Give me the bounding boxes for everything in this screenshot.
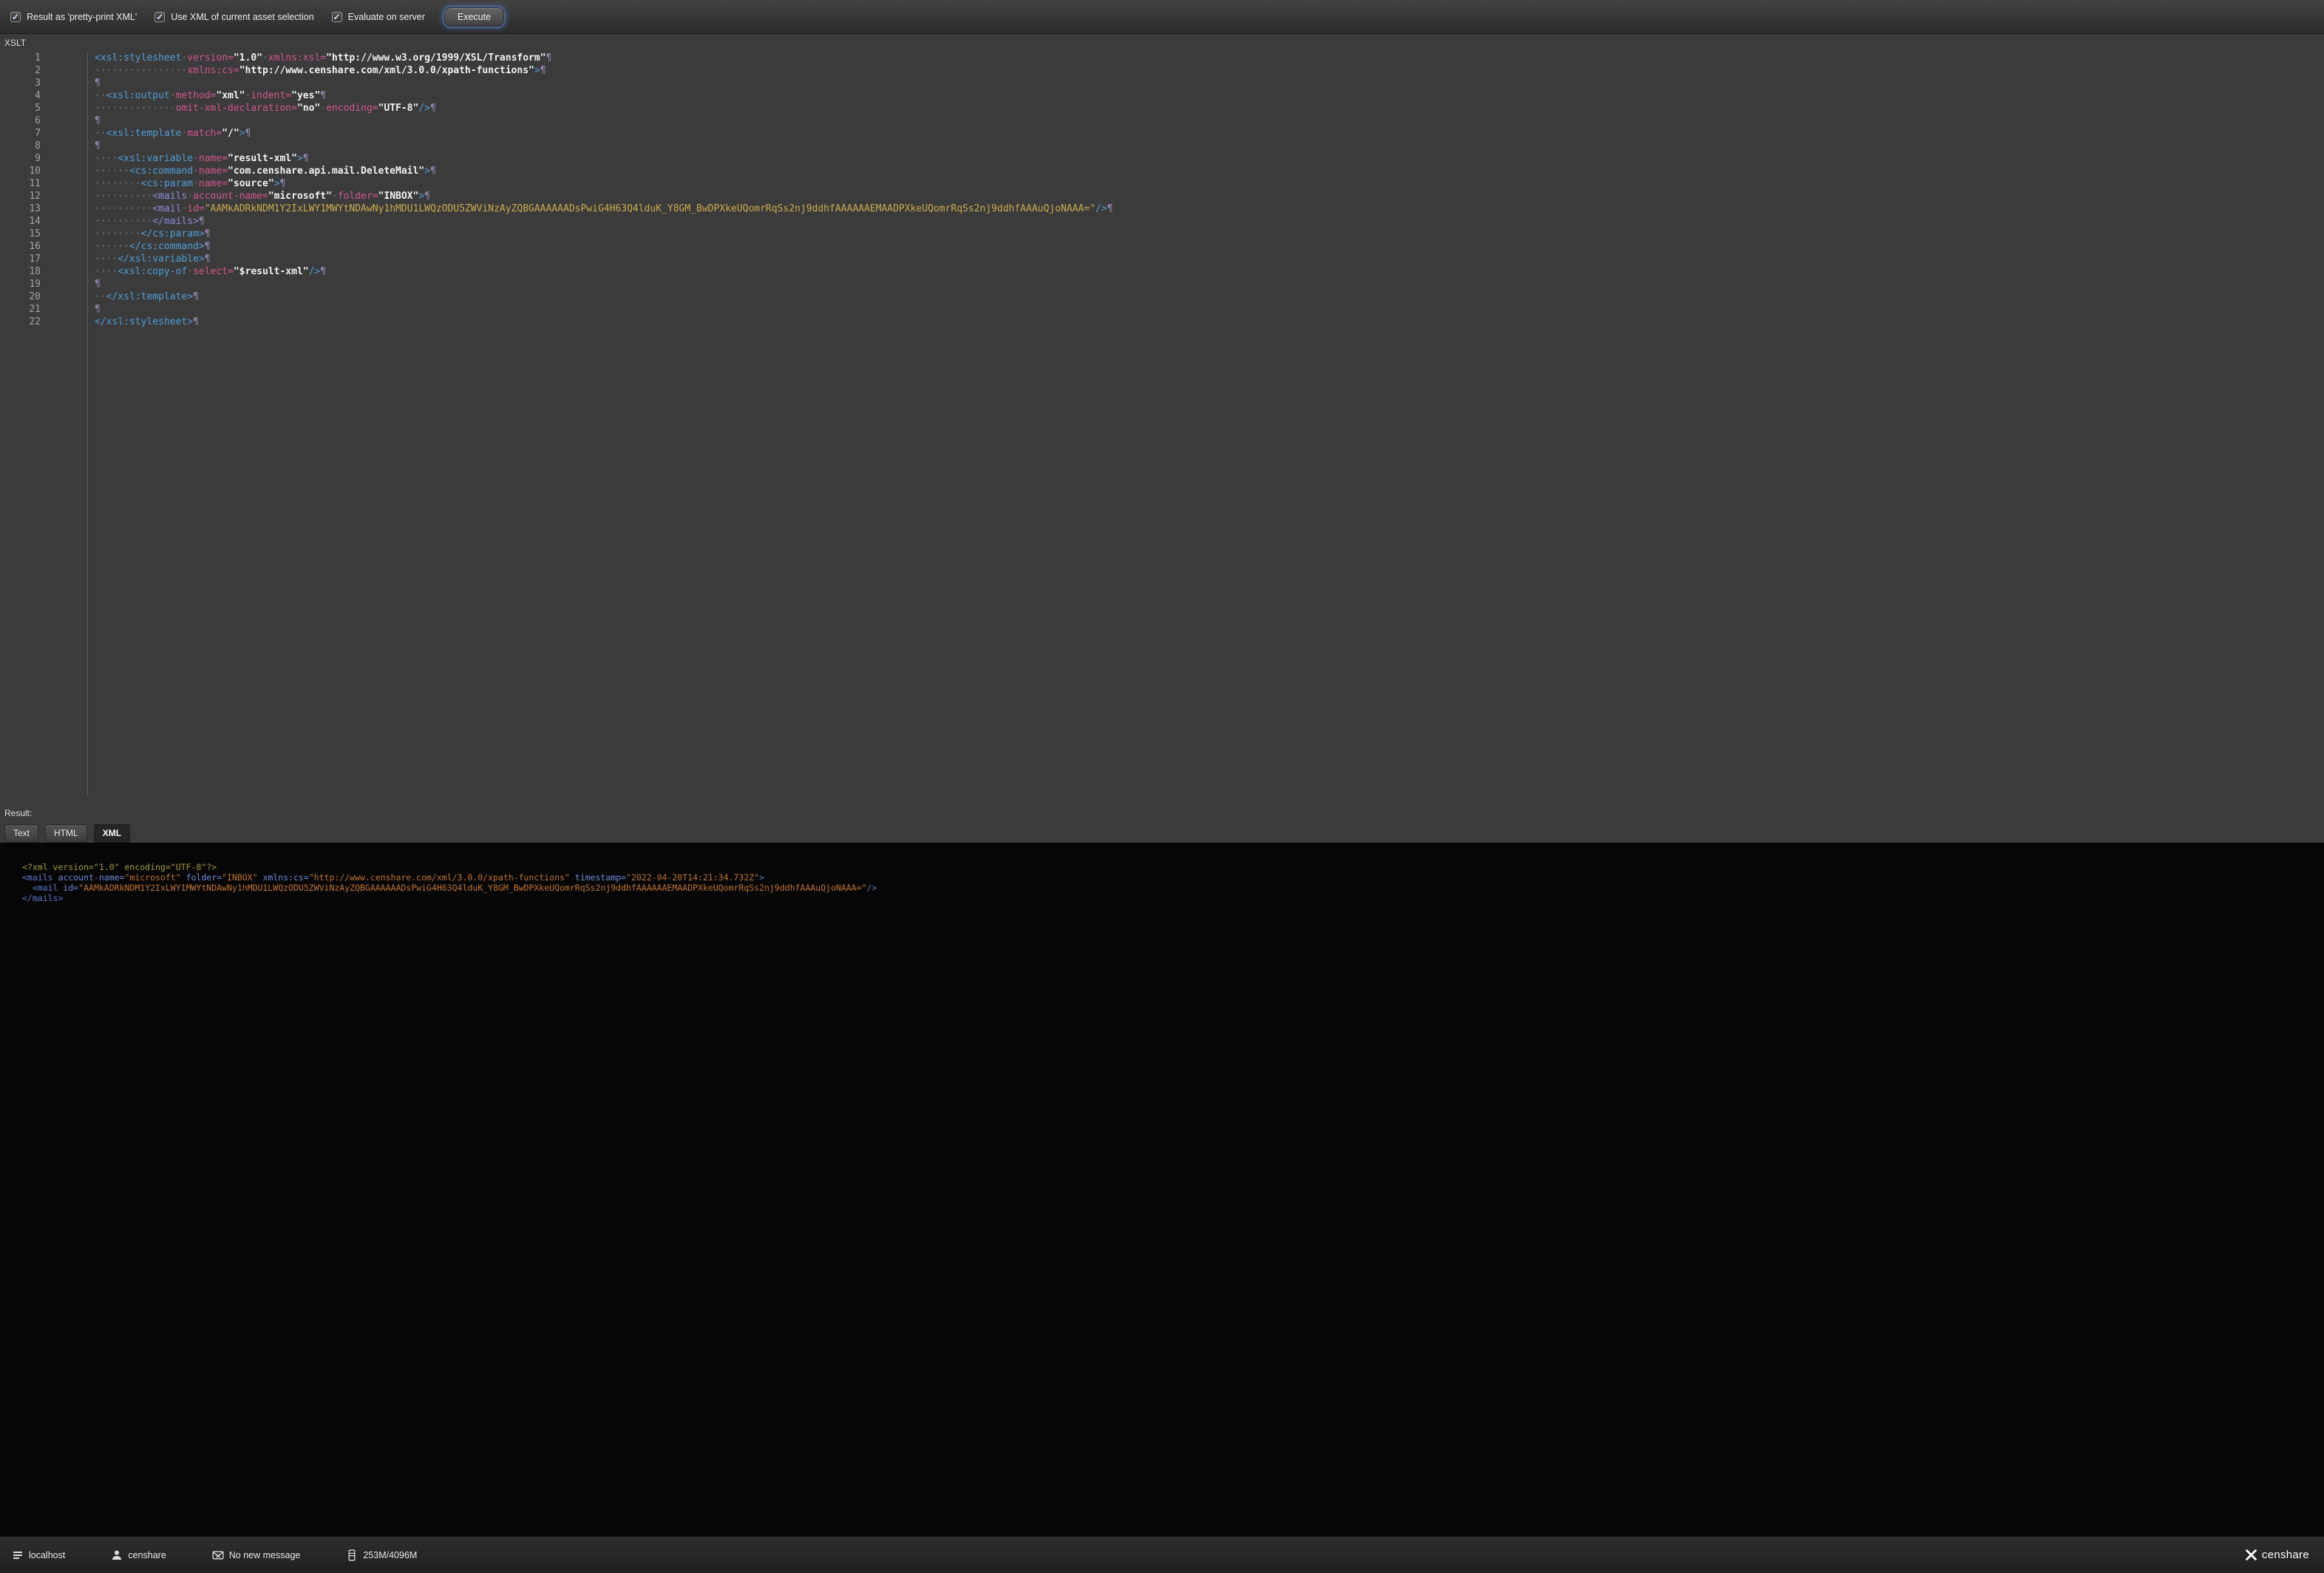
editor-line: 10······<cs:command·name="com.censhare.a… [0,165,2324,177]
line-number: 16 [0,240,41,253]
line-number: 22 [0,316,41,328]
server-host-label: localhost [29,1550,65,1560]
result-line: <mail id="AAMkADRkNDM1Y2IxLWY1MWYtNDAwNy… [22,883,2309,893]
editor-line: 6¶ [0,115,2324,127]
censhare-logo-label: censhare [2262,1549,2309,1561]
line-number: 18 [0,265,41,278]
checkbox[interactable]: ✓ [10,12,21,22]
checkbox-group[interactable]: ✓ Use XML of current asset selection [154,12,313,22]
server-status[interactable]: localhost [12,1549,65,1561]
line-number: 15 [0,228,41,240]
status-bar: localhost censhare No new message [0,1536,2324,1573]
message-label: No new message [229,1550,301,1560]
censhare-x-icon [2245,1549,2257,1561]
line-number: 20 [0,291,41,303]
checkbox-group[interactable]: ✓ Evaluate on server [332,12,425,22]
editor-line: 15········</cs:param>¶ [0,228,2324,240]
memory-status[interactable]: 253M/4096M [346,1549,417,1561]
line-number: 21 [0,303,41,316]
no-mail-icon [212,1549,224,1561]
xslt-editor[interactable]: 1<xsl:stylesheet·version="1.0"·xmlns:xsl… [0,50,2324,798]
editor-lines: 1<xsl:stylesheet·version="1.0"·xmlns:xsl… [0,52,2324,328]
xslt-label: XSLT [0,34,2324,50]
line-number: 9 [0,152,41,165]
result-line: <?xml version="1.0" encoding="UTF-8"?> [22,862,2309,872]
censhare-xslt-executor-window: ✓ Result as 'pretty-print XML' ✓ Use XML of… [0,0,2324,1573]
editor-line: 14··········</mails>¶ [0,215,2324,228]
editor-line: 3¶ [0,77,2324,89]
user-status[interactable]: censhare [111,1549,166,1561]
line-number: 7 [0,127,41,140]
line-number: 11 [0,177,41,190]
editor-line: 16······</cs:command>¶ [0,240,2324,253]
line-number: 12 [0,190,41,203]
editor-line: 4··<xsl:output·method="xml"·indent="yes"… [0,89,2324,102]
censhare-logo: censhare [2245,1549,2309,1561]
result-tab-bar: Text HTML XML [0,821,2324,843]
editor-line: 7··<xsl:template·match="/">¶ [0,127,2324,140]
result-label: Result: [0,798,2324,821]
checkbox[interactable]: ✓ [332,12,342,22]
line-number: 14 [0,215,41,228]
memory-usage-label: 253M/4096M [363,1550,417,1560]
toolbar: ✓ Result as 'pretty-print XML' ✓ Use XML of… [0,0,2324,34]
user-name-label: censhare [128,1550,166,1560]
editor-line: 1<xsl:stylesheet·version="1.0"·xmlns:xsl… [0,52,2324,64]
line-number: 4 [0,89,41,102]
gutter-separator [87,52,88,797]
tab-xml[interactable]: XML [94,824,130,843]
editor-line: 19¶ [0,278,2324,291]
line-number: 1 [0,52,41,64]
server-icon [12,1549,24,1561]
checkbox[interactable]: ✓ [154,12,165,22]
editor-line: 21¶ [0,303,2324,316]
line-number: 17 [0,253,41,265]
line-number: 13 [0,203,41,215]
line-number: 6 [0,115,41,127]
checkbox-group[interactable]: ✓ Result as 'pretty-print XML' [10,12,137,22]
memory-icon [346,1549,358,1561]
tab-html[interactable]: HTML [45,824,87,843]
editor-line: 11········<cs:param·name="source">¶ [0,177,2324,190]
message-status[interactable]: No new message [212,1549,301,1561]
checkbox-label: Use XML of current asset selection [171,12,313,22]
editor-line: 2················xmlns:cs="http://www.ce… [0,64,2324,77]
toolbar-checkbox-group: ✓ Result as 'pretty-print XML' ✓ Use XML of… [10,12,425,22]
editor-line: 20··</xsl:template>¶ [0,291,2324,303]
editor-line: 18····<xsl:copy-of·select="$result-xml"/… [0,265,2324,278]
line-number: 3 [0,77,41,89]
tab-text[interactable]: Text [4,824,38,843]
checkbox-label: Result as 'pretty-print XML' [27,12,137,22]
line-number: 10 [0,165,41,177]
result-panel: <?xml version="1.0" encoding="UTF-8"?><m… [0,843,2324,1536]
result-lines: <?xml version="1.0" encoding="UTF-8"?><m… [22,862,2309,903]
execute-button[interactable]: Execute [444,7,504,27]
editor-line: 17····</xsl:variable>¶ [0,253,2324,265]
line-number: 5 [0,102,41,115]
line-number: 2 [0,64,41,77]
editor-line: 13··········<mail·id="AAMkADRkNDM1Y2IxLW… [0,203,2324,215]
editor-line: 5··············omit-xml-declaration="no"… [0,102,2324,115]
user-icon [111,1549,123,1561]
editor-line: 22</xsl:stylesheet>¶ [0,316,2324,328]
editor-line: 9····<xsl:variable·name="result-xml">¶ [0,152,2324,165]
line-number: 8 [0,140,41,152]
result-line: <mails account-name="microsoft" folder="… [22,872,2309,883]
editor-line: 8¶ [0,140,2324,152]
line-number: 19 [0,278,41,291]
checkbox-label: Evaluate on server [348,12,425,22]
editor-line: 12··········<mails·account-name="microso… [0,190,2324,203]
result-line: </mails> [22,893,2309,903]
